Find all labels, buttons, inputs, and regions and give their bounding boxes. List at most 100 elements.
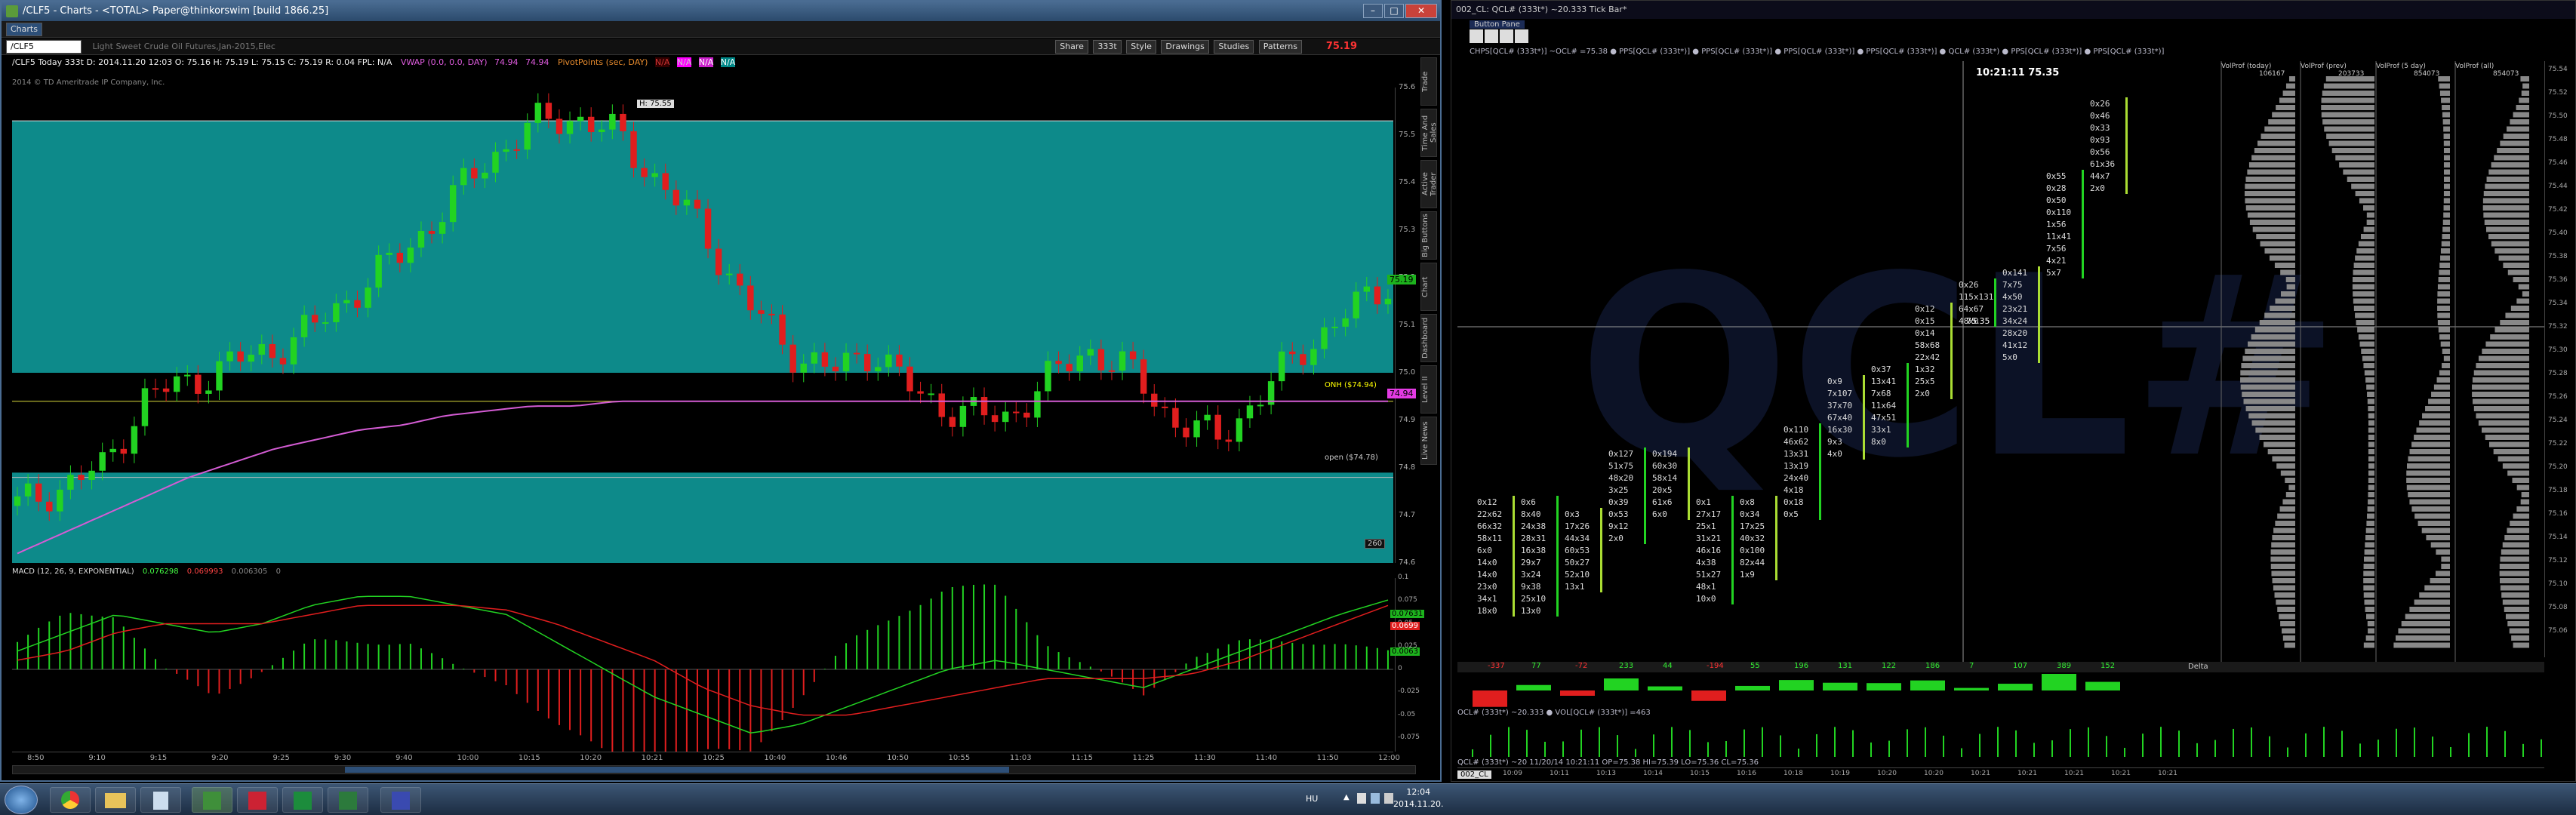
footprint-cell: 41x12 [2002,340,2027,350]
volume-profile-bar [2240,377,2295,383]
patterns-button[interactable]: Patterns [1258,40,1302,54]
volume-profile-bar [2248,162,2295,168]
pointer-icon[interactable] [1470,29,1483,43]
candle-body [896,354,903,367]
side-tab-big-buttons[interactable]: Big Buttons [1420,211,1437,260]
footprint-cell: 0x46 [2090,111,2110,121]
footprint-chart[interactable]: QCL# 0x12 22x62 66x32 58x11 6x0 14x0 14x0 23x0 3… [1457,61,2544,665]
volume-profile-bar [2513,112,2529,118]
volume-profile-bar [2365,527,2374,534]
side-tab-chart[interactable]: Chart [1420,263,1437,311]
candle-body [641,168,648,177]
side-tab-active-trader[interactable]: Active Trader [1420,160,1438,208]
time-axis-tick: 11:50 [1316,754,1339,762]
volume-profile-bar [2472,392,2529,397]
price-chart[interactable] [12,88,1393,563]
notepad-icon[interactable] [140,787,181,813]
taskbar-clock[interactable]: 12:04 2014.11.20. [1393,786,1443,810]
close-button[interactable]: ✕ [1405,4,1437,18]
side-tab-time-and-sales[interactable]: Time And Sales [1420,109,1438,157]
candle-body [991,415,999,423]
footprint-cell: 4x21 [2046,256,2067,266]
delta-cell: 152 [2101,662,2116,670]
footprint-cell: 4x0 [1827,449,1842,459]
volume-profile-bar [2247,169,2295,175]
right-window-titlebar[interactable]: 002_CL: QCL# (333t*) ~20.333 Tick Bar* [1451,1,2575,19]
volume-profile-bar [2277,513,2295,519]
volume-profile-bar [2507,527,2529,534]
volume-profile-bar [2368,406,2374,411]
ninjatrader-icon[interactable] [282,787,323,813]
share-button[interactable]: Share [1055,40,1088,54]
side-tab-trade[interactable]: Trade [1420,57,1437,106]
minimize-button[interactable]: – [1363,4,1383,18]
volume-profile-bar [2518,284,2529,290]
aggregation-button[interactable]: 333t [1093,40,1122,54]
volume-profile-bar [2365,607,2374,612]
footprint-cell: 27x17 [1696,509,1721,519]
time-axis-tick: 11:03 [1009,754,1032,762]
tab-charts[interactable]: Charts [6,23,42,36]
side-tab-live-news[interactable]: Live News [1420,417,1437,465]
volume-profile-bar [2366,212,2374,218]
candle-body [88,470,95,480]
last-price-display: 75.19 [1325,41,1357,52]
cursor-icon[interactable] [1515,29,1528,43]
side-tab-level-ii[interactable]: Level II [1420,365,1437,414]
studies-button[interactable]: Studies [1214,40,1254,54]
volume-profile-bar [2363,363,2374,368]
volume-profile-bar [2442,226,2450,232]
volume-profile-bar [2254,327,2295,333]
volume-profile-bar [2443,148,2450,153]
explorer-icon[interactable] [95,787,136,813]
symbol-watermark: QCL# [1578,223,2341,512]
thinkorswim-icon[interactable] [192,787,232,813]
volume-profile-bar [2443,155,2450,161]
volume-profile-bar [2482,427,2529,433]
volume-profile-bar [2443,355,2450,361]
pivot-value-4: N/A [720,57,736,67]
language-indicator[interactable]: HU [1306,794,1318,804]
side-tab-dashboard[interactable]: Dashboard [1420,314,1437,362]
volume-profile-bar [2359,341,2374,347]
left-window-titlebar[interactable]: /CLF5 - Charts - <TOTAL> Paper@thinkorsw… [2,2,1440,21]
candle-body [1278,351,1285,382]
scrollbar-thumb[interactable] [345,767,1009,773]
volume-icon[interactable] [1384,793,1393,804]
right-price-tick: 75.10 [2548,580,2568,588]
footprint-cell: 10x0 [1696,594,1716,604]
candle-body [1013,411,1020,414]
volume-profile-bar [2248,413,2295,419]
macd-zero: 0 [275,567,281,576]
tab-002-cl[interactable]: 002_CL [1457,770,1491,779]
macd-chart[interactable] [12,578,1393,752]
chart-scrollbar[interactable] [12,765,1416,774]
footprint-cell: 28x31 [1521,534,1546,543]
app-icon-red[interactable] [237,787,278,813]
excel-icon[interactable] [328,787,368,813]
footprint-cell: 46x62 [1784,437,1808,447]
tray-up-arrow-icon[interactable]: ▲ [1343,793,1353,804]
maximize-button[interactable]: □ [1384,4,1404,18]
crosshair-icon[interactable] [1500,29,1513,43]
right-time-tick: 10:21 [2017,770,2037,777]
delta-histogram-bar [1735,685,1770,690]
volume-profile-bar [2280,269,2295,275]
volume-profile-bar [2442,363,2450,368]
volume-profile-bar [2261,134,2295,139]
network-icon[interactable] [1371,793,1380,804]
app-icon-blue[interactable] [380,787,421,813]
style-button[interactable]: Style [1126,40,1156,54]
volume-profile-bar [2409,499,2450,505]
chrome-icon[interactable] [50,787,91,813]
zoom-icon[interactable] [1485,29,1498,43]
symbol-input[interactable]: /CLF5 [6,40,82,54]
drawings-button[interactable]: Drawings [1161,40,1209,54]
delta-label: Delta [2188,663,2208,671]
flag-icon[interactable] [1357,793,1366,804]
candle-body [577,116,584,121]
start-button[interactable] [5,786,38,814]
volume-profile-bar [2270,564,2295,569]
footprint-cell: 33x1 [1871,425,1891,435]
volume-profile-bar [2431,392,2450,397]
